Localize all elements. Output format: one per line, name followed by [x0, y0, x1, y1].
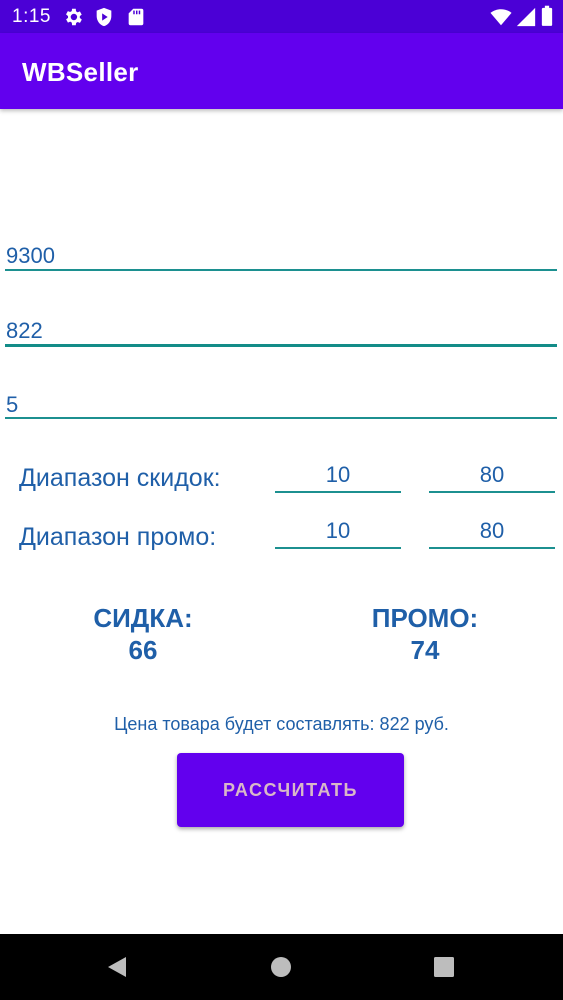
- status-time: 1:15: [12, 6, 51, 27]
- discount-min-input[interactable]: [275, 456, 401, 492]
- back-triangle-icon: [108, 957, 126, 977]
- home-button[interactable]: [270, 955, 292, 979]
- discount-result: СИДКА: 66: [43, 602, 243, 666]
- discount-max-underline: [429, 491, 555, 493]
- promo-result-label: ПРОМО:: [371, 603, 479, 633]
- recents-square-icon: [434, 957, 454, 977]
- battery-icon: [541, 5, 553, 26]
- quantity-input-underline: [5, 417, 557, 419]
- status-bar: 1:15: [0, 0, 563, 33]
- home-circle-icon: [271, 957, 291, 977]
- app-screen: 1:15 WBSeller 9300 822 5 Диапазон скидок…: [0, 0, 563, 1000]
- promo-range-label: Диапазон промо:: [19, 523, 217, 551]
- app-title: WBSeller: [22, 57, 139, 87]
- discount-range-label: Диапазон скидок:: [19, 464, 221, 492]
- discount-result-value: 66: [128, 635, 158, 665]
- promo-min-underline: [275, 547, 401, 549]
- cost-input[interactable]: [5, 305, 557, 349]
- discount-min-underline: [275, 491, 401, 493]
- signal-icon: [516, 7, 536, 27]
- promo-result-value: 74: [410, 635, 440, 665]
- promo-max-input[interactable]: [429, 512, 555, 548]
- promo-min-input[interactable]: [275, 512, 401, 548]
- sd-card-icon: [128, 8, 144, 26]
- app-bar: WBSeller: [0, 33, 563, 109]
- calculate-button[interactable]: РАССЧИТАТЬ: [177, 753, 404, 827]
- promo-result: ПРОМО: 74: [325, 602, 525, 666]
- discount-max-input[interactable]: [429, 456, 555, 492]
- navigation-bar: [0, 934, 563, 1000]
- cost-input-underline: [5, 344, 557, 347]
- gear-icon: [66, 8, 82, 26]
- recents-button[interactable]: [433, 955, 455, 979]
- price-message: Цена товара будет составлять: 822 руб.: [114, 714, 449, 734]
- price-input-underline: [5, 269, 557, 271]
- play-shield-icon: [96, 7, 112, 27]
- back-button[interactable]: [106, 955, 128, 979]
- price-input[interactable]: [5, 230, 557, 274]
- wifi-icon: [490, 9, 512, 26]
- discount-result-label: СИДКА:: [93, 603, 193, 633]
- promo-max-underline: [429, 547, 555, 549]
